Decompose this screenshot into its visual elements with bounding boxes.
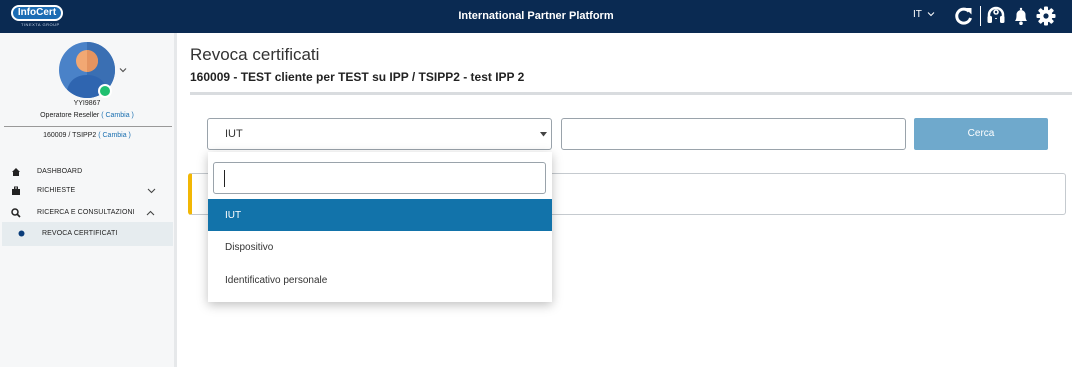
search-button[interactable]: Cerca xyxy=(914,118,1048,150)
app-title: International Partner Platform xyxy=(458,10,614,22)
refresh-icon[interactable] xyxy=(953,5,975,27)
sidebar-item-label: RICHIESTE xyxy=(37,187,76,194)
user-role: Operatore Reseller ( Cambia ) xyxy=(0,112,174,119)
chevron-down-icon[interactable] xyxy=(147,187,156,195)
search-type-select[interactable]: IUT xyxy=(207,118,552,150)
sidebar-item-revoca-certificati[interactable]: REVOCA CERTIFICATI xyxy=(2,222,173,246)
bell-icon[interactable] xyxy=(1010,5,1032,27)
dropdown-option-dispositivo[interactable]: Dispositivo xyxy=(208,231,552,263)
page-title: Revoca certificati xyxy=(190,45,320,64)
user-company: 160009 / TSIPP2 ( Cambia ) xyxy=(0,132,174,139)
search-type-dropdown: IUT Dispositivo Identificativo personale xyxy=(208,152,552,302)
search-icon xyxy=(11,208,21,218)
sidebar-item-label: RICERCA E CONSULTAZIONI xyxy=(37,209,135,216)
sidebar-item-label: DASHBOARD xyxy=(37,168,83,175)
dropdown-option-identificativo-personale[interactable]: Identificativo personale xyxy=(208,264,552,296)
sidebar-item-richieste[interactable]: RICHIESTE xyxy=(0,180,174,202)
search-type-value: IUT xyxy=(225,128,243,140)
user-company-label: 160009 / TSIPP2 xyxy=(43,132,97,139)
chevron-down-icon[interactable] xyxy=(927,10,935,18)
gear-icon[interactable] xyxy=(1035,5,1057,27)
dropdown-filter-input[interactable] xyxy=(213,162,546,194)
chevron-down-icon[interactable] xyxy=(119,66,127,74)
dropdown-option-label: IUT xyxy=(225,210,242,221)
divider xyxy=(190,92,1072,95)
language-selector[interactable]: IT xyxy=(913,9,922,20)
user-code: YYI9867 xyxy=(73,100,101,107)
change-company-link[interactable]: ( Cambia ) xyxy=(98,132,131,139)
page-subtitle: 160009 - TEST cliente per TEST su IPP / … xyxy=(190,70,525,84)
sidebar-item-ricerca[interactable]: RICERCA E CONSULTAZIONI xyxy=(0,202,174,224)
search-value-input[interactable] xyxy=(561,118,906,150)
dropdown-option-label: Identificativo personale xyxy=(225,275,328,286)
dropdown-option-iut[interactable]: IUT xyxy=(208,199,552,231)
headset-icon[interactable] xyxy=(985,5,1007,27)
caret-down-icon xyxy=(540,132,547,137)
user-role-label: Operatore Reseller xyxy=(40,112,100,119)
dropdown-option-label: Dispositivo xyxy=(225,242,274,253)
chevron-up-icon[interactable] xyxy=(146,209,155,217)
toolbar-divider xyxy=(980,6,981,26)
sidebar: YYI9867 Operatore Reseller ( Cambia ) 16… xyxy=(0,33,177,367)
divider xyxy=(4,126,172,127)
text-cursor xyxy=(224,170,225,187)
change-role-link[interactable]: ( Cambia ) xyxy=(101,112,134,119)
avatar[interactable] xyxy=(58,41,116,99)
dot-icon xyxy=(18,230,25,237)
briefcase-icon xyxy=(12,186,20,195)
sidebar-item-label: REVOCA CERTIFICATI xyxy=(42,230,118,237)
top-bar: InfoCert TINEXTA GROUP International Par… xyxy=(0,0,1072,33)
home-icon xyxy=(12,168,20,176)
